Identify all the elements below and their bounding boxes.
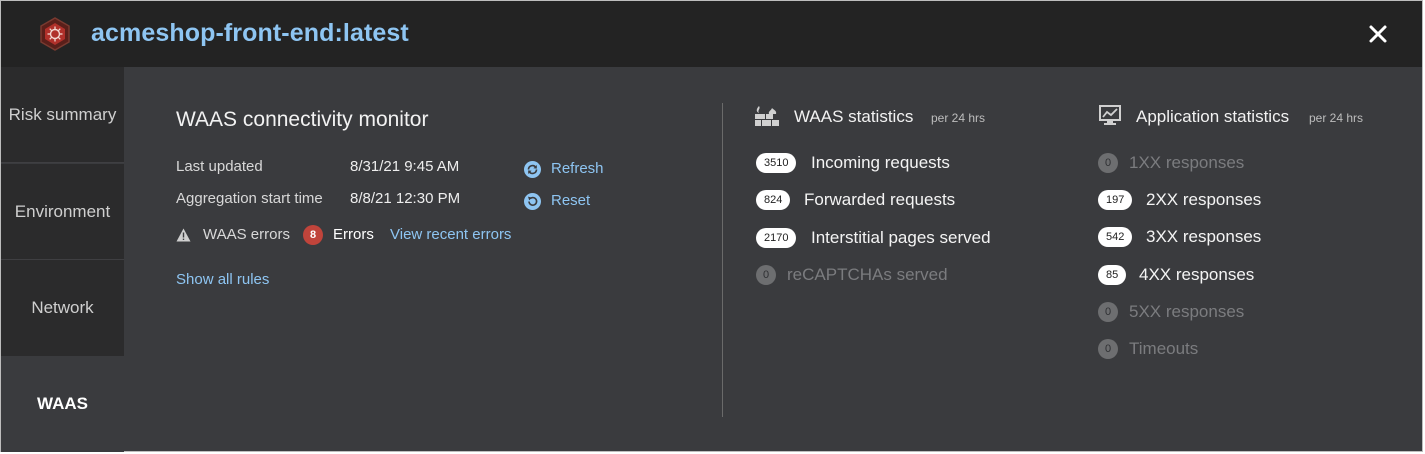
incoming-requests-count: 3510	[756, 153, 797, 173]
errors-text: Errors	[333, 226, 374, 243]
sidebar-item-network[interactable]: Network	[1, 260, 124, 356]
aggregation-start-value: 8/8/21 12:30 PM	[350, 190, 461, 207]
3xx-count: 542	[1098, 227, 1133, 247]
sidebar-nav: Risk summary Environment Network WAAS	[1, 67, 124, 453]
2xx-count: 197	[1098, 190, 1133, 210]
recaptchas-count: 0	[756, 265, 776, 285]
sidebar-item-label: WAAS	[37, 394, 88, 413]
last-updated-label: Last updated	[176, 158, 263, 175]
5xx-count: 0	[1098, 302, 1118, 322]
4xx-count: 85	[1098, 265, 1127, 285]
dialog-title: acmeshop-front-end:latest	[91, 19, 409, 47]
recaptchas-label: reCAPTCHAs served	[787, 265, 948, 284]
sidebar-item-label: Risk summary	[8, 104, 117, 124]
waas-statistics-title: WAAS statistics	[794, 107, 914, 126]
timeouts-label: Timeouts	[1129, 339, 1199, 358]
monitor-title: WAAS connectivity monitor	[176, 108, 429, 131]
reset-link[interactable]: Reset	[551, 192, 590, 209]
4xx-label: 4XX responses	[1139, 265, 1255, 284]
section-divider	[722, 103, 723, 417]
1xx-label: 1XX responses	[1129, 153, 1245, 172]
dialog: acmeshop-front-end:latest Risk summary E…	[0, 0, 1423, 452]
refresh-icon[interactable]	[524, 161, 541, 178]
forwarded-requests-count: 824	[756, 190, 791, 210]
app-statistics-title: Application statistics	[1136, 107, 1290, 126]
dialog-header: acmeshop-front-end:latest	[1, 1, 1422, 67]
timeouts-count: 0	[1098, 339, 1118, 359]
warning-icon	[176, 228, 191, 242]
close-icon[interactable]	[1363, 19, 1393, 49]
last-updated-value: 8/31/21 9:45 AM	[350, 158, 460, 175]
3xx-label: 3XX responses	[1146, 227, 1262, 246]
sidebar-item-waas[interactable]: WAAS	[1, 356, 124, 452]
forwarded-requests-label: Forwarded requests	[804, 190, 956, 209]
view-recent-errors-link[interactable]: View recent errors	[390, 226, 511, 243]
refresh-link[interactable]: Refresh	[551, 160, 604, 177]
2xx-label: 2XX responses	[1146, 190, 1262, 209]
errors-count-badge: 8	[303, 225, 323, 245]
1xx-count: 0	[1098, 153, 1118, 173]
waas-statistics-period: per 24 hrs	[931, 111, 986, 125]
show-all-rules-link[interactable]: Show all rules	[176, 271, 269, 288]
sidebar-item-environment[interactable]: Environment	[1, 164, 124, 260]
sidebar-item-risk-summary[interactable]: Risk summary	[1, 67, 124, 163]
firewall-fire-icon	[755, 106, 779, 126]
monitor-chart-icon	[1099, 105, 1121, 125]
incoming-requests-label: Incoming requests	[811, 153, 950, 172]
sidebar-item-label: Environment	[14, 201, 111, 221]
waas-errors-label: WAAS errors	[203, 226, 290, 243]
interstitial-pages-label: Interstitial pages served	[811, 228, 991, 247]
hexagon-helm-logo	[40, 17, 70, 51]
app-statistics-period: per 24 hrs	[1309, 111, 1364, 125]
interstitial-pages-count: 2170	[756, 228, 797, 248]
aggregation-start-label: Aggregation start time	[176, 190, 323, 207]
sidebar-item-label: Network	[31, 298, 94, 317]
5xx-label: 5XX responses	[1129, 302, 1245, 321]
reset-icon[interactable]	[524, 193, 541, 210]
